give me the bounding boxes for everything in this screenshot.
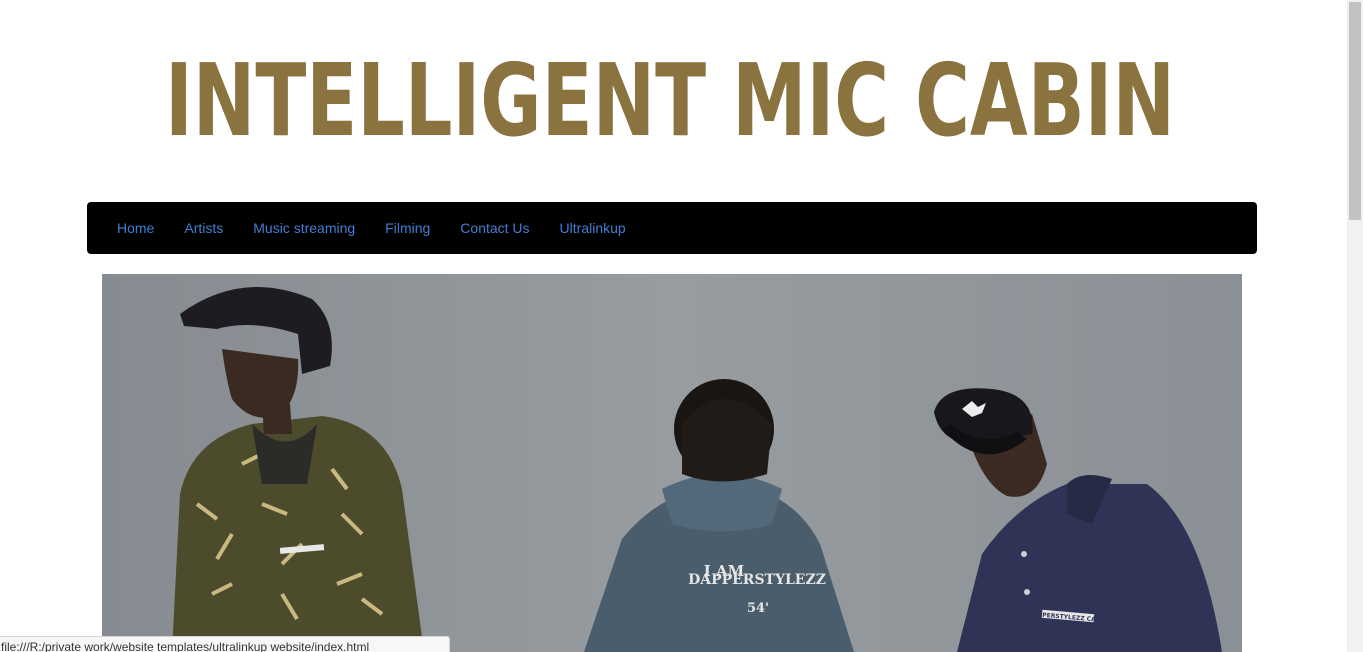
scrollbar-thumb[interactable] [1349, 2, 1361, 220]
hero-image: I AM DAPPERSTYLEZZ 54' DAPPERSTYLEZZ CAB… [102, 274, 1242, 652]
page: INTELLIGENT MIC CABIN Home Artists Music… [0, 0, 1347, 652]
nav-filming[interactable]: Filming [370, 202, 445, 254]
logo-text: INTELLIGENT MIC CABIN [165, 42, 1175, 159]
site-logo[interactable]: INTELLIGENT MIC CABIN [140, 30, 1200, 160]
jacket-text-line2: DAPPERSTYLEZZ [688, 572, 826, 588]
hero-photo: I AM DAPPERSTYLEZZ 54' DAPPERSTYLEZZ CAB… [102, 274, 1242, 652]
nav-list: Home Artists Music streaming Filming Con… [87, 202, 1257, 254]
status-bar-url: file:///R:/private work/website template… [0, 636, 450, 652]
main-navbar: Home Artists Music streaming Filming Con… [87, 202, 1257, 254]
nav-contact-us[interactable]: Contact Us [445, 202, 544, 254]
nav-home[interactable]: Home [102, 202, 169, 254]
nav-music-streaming[interactable]: Music streaming [238, 202, 370, 254]
nav-artists[interactable]: Artists [169, 202, 238, 254]
vertical-scrollbar[interactable] [1347, 0, 1363, 652]
jacket-text-line3: 54' [747, 601, 769, 616]
logo-graphic: INTELLIGENT MIC CABIN [165, 42, 1175, 159]
nav-ultralinkup[interactable]: Ultralinkup [545, 202, 641, 254]
